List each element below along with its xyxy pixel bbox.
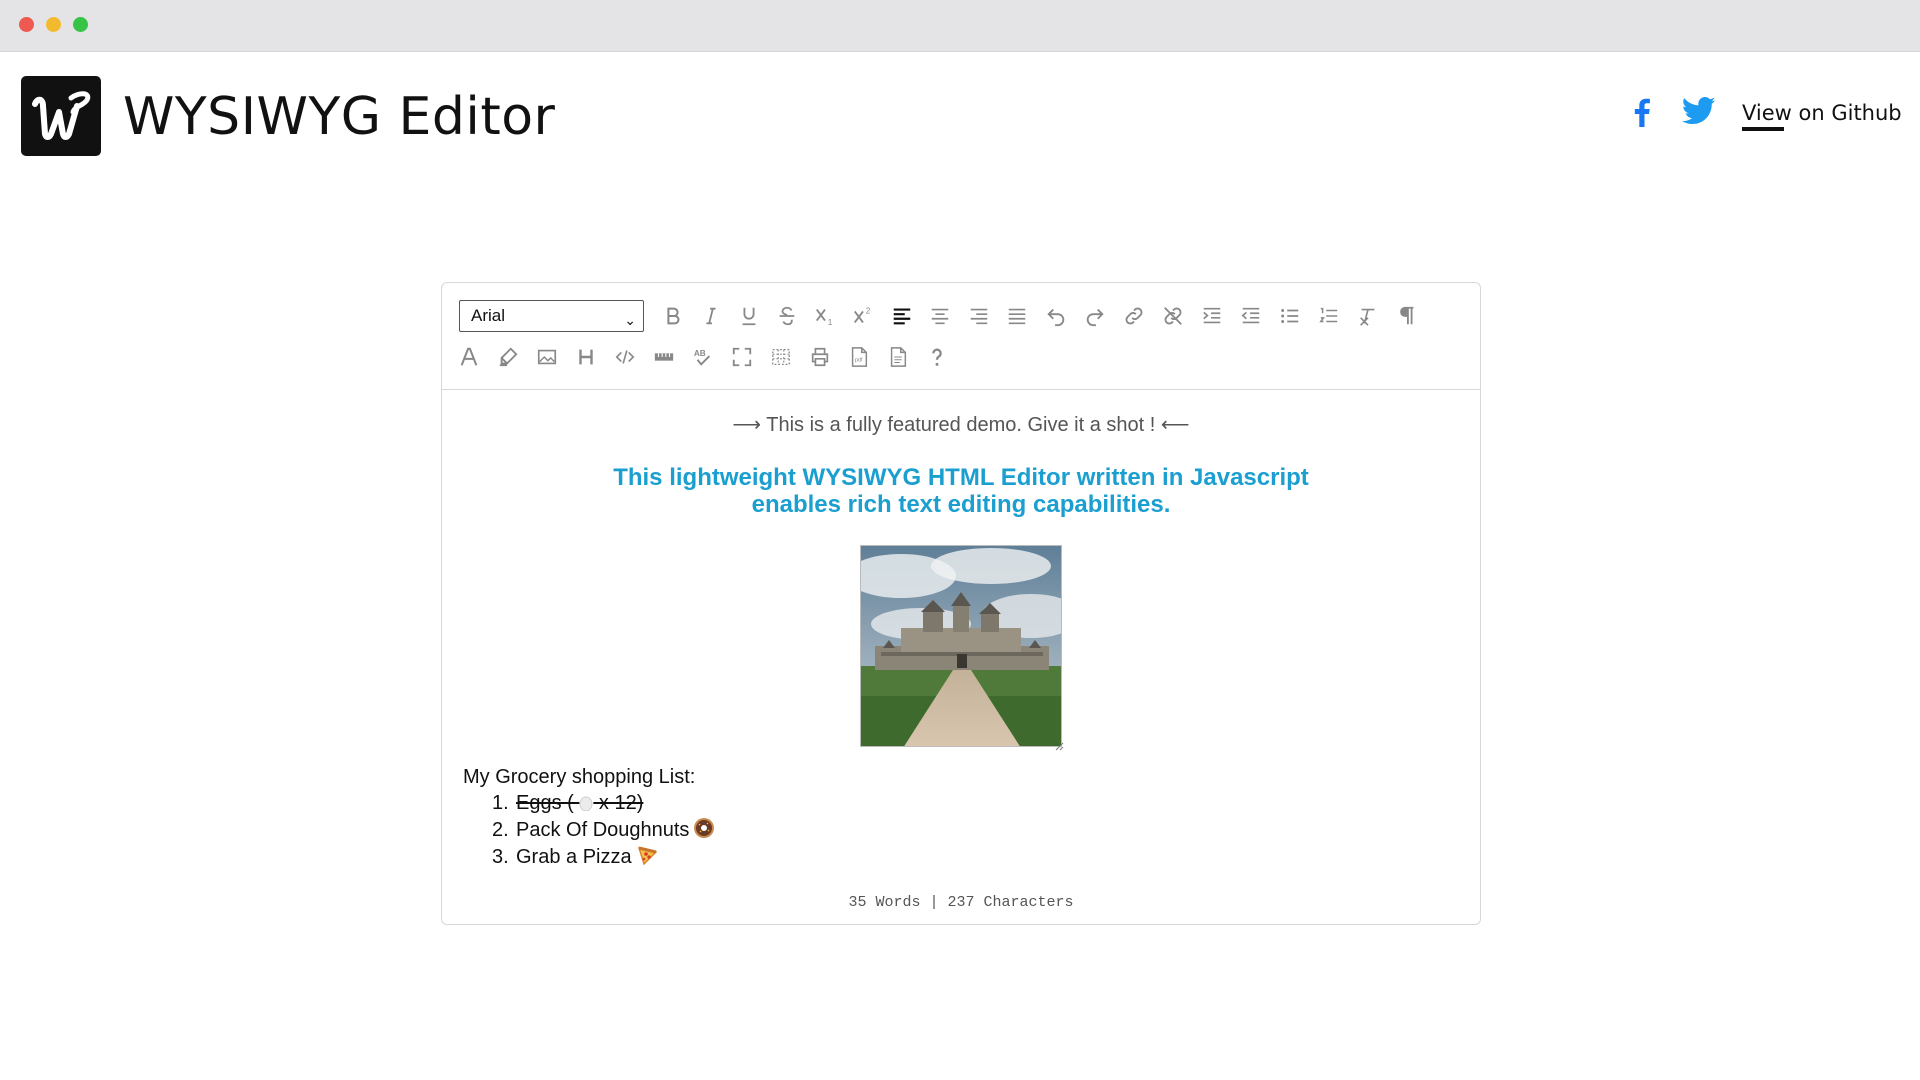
font-select-value: Arial	[471, 306, 506, 325]
svg-text:AB: AB	[694, 349, 706, 358]
github-link-underline	[1742, 127, 1784, 131]
outdent-icon[interactable]	[1235, 300, 1267, 332]
svg-text:2: 2	[866, 306, 871, 315]
headline-line-2: enables rich text editing capabilities.	[751, 491, 1171, 518]
clear-format-icon[interactable]	[1352, 300, 1384, 332]
underline-icon[interactable]	[733, 300, 765, 332]
doughnut-icon	[694, 818, 715, 838]
indent-icon[interactable]	[1196, 300, 1228, 332]
export-doc-icon[interactable]	[882, 341, 914, 373]
export-pdf-icon[interactable]: pdf	[843, 341, 875, 373]
editor-content[interactable]: ⟶ This is a fully featured demo. Give it…	[442, 390, 1480, 875]
facebook-icon[interactable]	[1628, 96, 1656, 133]
minimize-window-button[interactable]	[46, 17, 61, 32]
image-icon[interactable]	[531, 341, 563, 373]
svg-text:1: 1	[828, 318, 833, 327]
link-icon[interactable]	[1118, 300, 1150, 332]
subscript-icon[interactable]: 1	[809, 300, 841, 332]
w-logo-icon[interactable]	[21, 76, 101, 156]
editor-toolbar: Arial ⌄ 1 2 AB pdf	[442, 283, 1480, 390]
spellcheck-icon[interactable]: AB	[687, 341, 719, 373]
text-color-icon[interactable]	[453, 341, 485, 373]
align-left-icon[interactable]	[886, 300, 918, 332]
highlight-icon[interactable]	[492, 341, 524, 373]
view-on-github-link[interactable]: View on Github	[1742, 98, 1902, 128]
help-icon[interactable]	[921, 341, 953, 373]
superscript-icon[interactable]: 2	[847, 300, 879, 332]
bold-icon[interactable]	[657, 300, 689, 332]
pizza-icon	[637, 846, 657, 866]
list-item-text: Eggs ( x 12)	[516, 792, 643, 814]
image-resize-handle[interactable]	[1054, 741, 1064, 751]
egg-icon	[579, 796, 593, 812]
list-item-text: Pack Of Doughnuts	[516, 819, 690, 841]
fullscreen-icon[interactable]	[726, 341, 758, 373]
svg-text:pdf: pdf	[855, 358, 863, 364]
headline-line-1: This lightweight WYSIWYG HTML Editor wri…	[613, 464, 1309, 491]
align-right-icon[interactable]	[963, 300, 995, 332]
bulleted-list-icon[interactable]	[1274, 300, 1306, 332]
table-icon[interactable]	[765, 341, 797, 373]
redo-icon[interactable]	[1079, 300, 1111, 332]
italic-icon[interactable]	[695, 300, 727, 332]
grocery-list: 1. Eggs ( x 12) 2. Pack Of Doughnuts 3. Gra…	[492, 790, 715, 871]
castle-image[interactable]	[860, 545, 1062, 747]
twitter-icon[interactable]	[1681, 96, 1716, 131]
unlink-icon[interactable]	[1157, 300, 1189, 332]
site-header: WYSIWYG Editor View on Github	[0, 52, 1920, 182]
list-item: 1. Eggs ( x 12)	[492, 790, 715, 817]
window-titlebar	[0, 0, 1920, 52]
strikethrough-icon[interactable]	[771, 300, 803, 332]
undo-icon[interactable]	[1040, 300, 1072, 332]
close-window-button[interactable]	[19, 17, 34, 32]
wysiwyg-editor: Arial ⌄ 1 2 AB pdf ⟶ This is a fully fea…	[441, 282, 1481, 925]
maximize-window-button[interactable]	[73, 17, 88, 32]
numbered-list-icon[interactable]	[1313, 300, 1345, 332]
list-number: 3.	[492, 846, 509, 868]
font-family-select[interactable]: Arial ⌄	[459, 300, 644, 332]
align-justify-icon[interactable]	[1001, 300, 1033, 332]
align-center-icon[interactable]	[924, 300, 956, 332]
site-title: WYSIWYG Editor	[123, 87, 556, 147]
list-item-text: Grab a Pizza	[516, 846, 632, 868]
list-item-text-part: Eggs (	[516, 792, 580, 814]
paragraph-icon[interactable]	[1391, 300, 1423, 332]
intro-text: ⟶ This is a fully featured demo. Give it…	[732, 414, 1190, 436]
chevron-down-icon: ⌄	[624, 312, 636, 328]
list-number: 2.	[492, 819, 509, 841]
ruler-icon[interactable]	[648, 341, 680, 373]
code-icon[interactable]	[609, 341, 641, 373]
print-icon[interactable]	[804, 341, 836, 373]
list-item: 2. Pack Of Doughnuts	[492, 817, 715, 844]
list-number: 1.	[492, 792, 509, 814]
word-count-status: 35 Words | 237 Characters	[848, 894, 1074, 911]
heading-icon[interactable]	[570, 341, 602, 373]
headline: This lightweight WYSIWYG HTML Editor wri…	[442, 464, 1480, 518]
list-item: 3. Grab a Pizza	[492, 844, 715, 871]
list-title: My Grocery shopping List:	[463, 766, 696, 788]
list-item-text-part: x 12)	[593, 792, 644, 814]
